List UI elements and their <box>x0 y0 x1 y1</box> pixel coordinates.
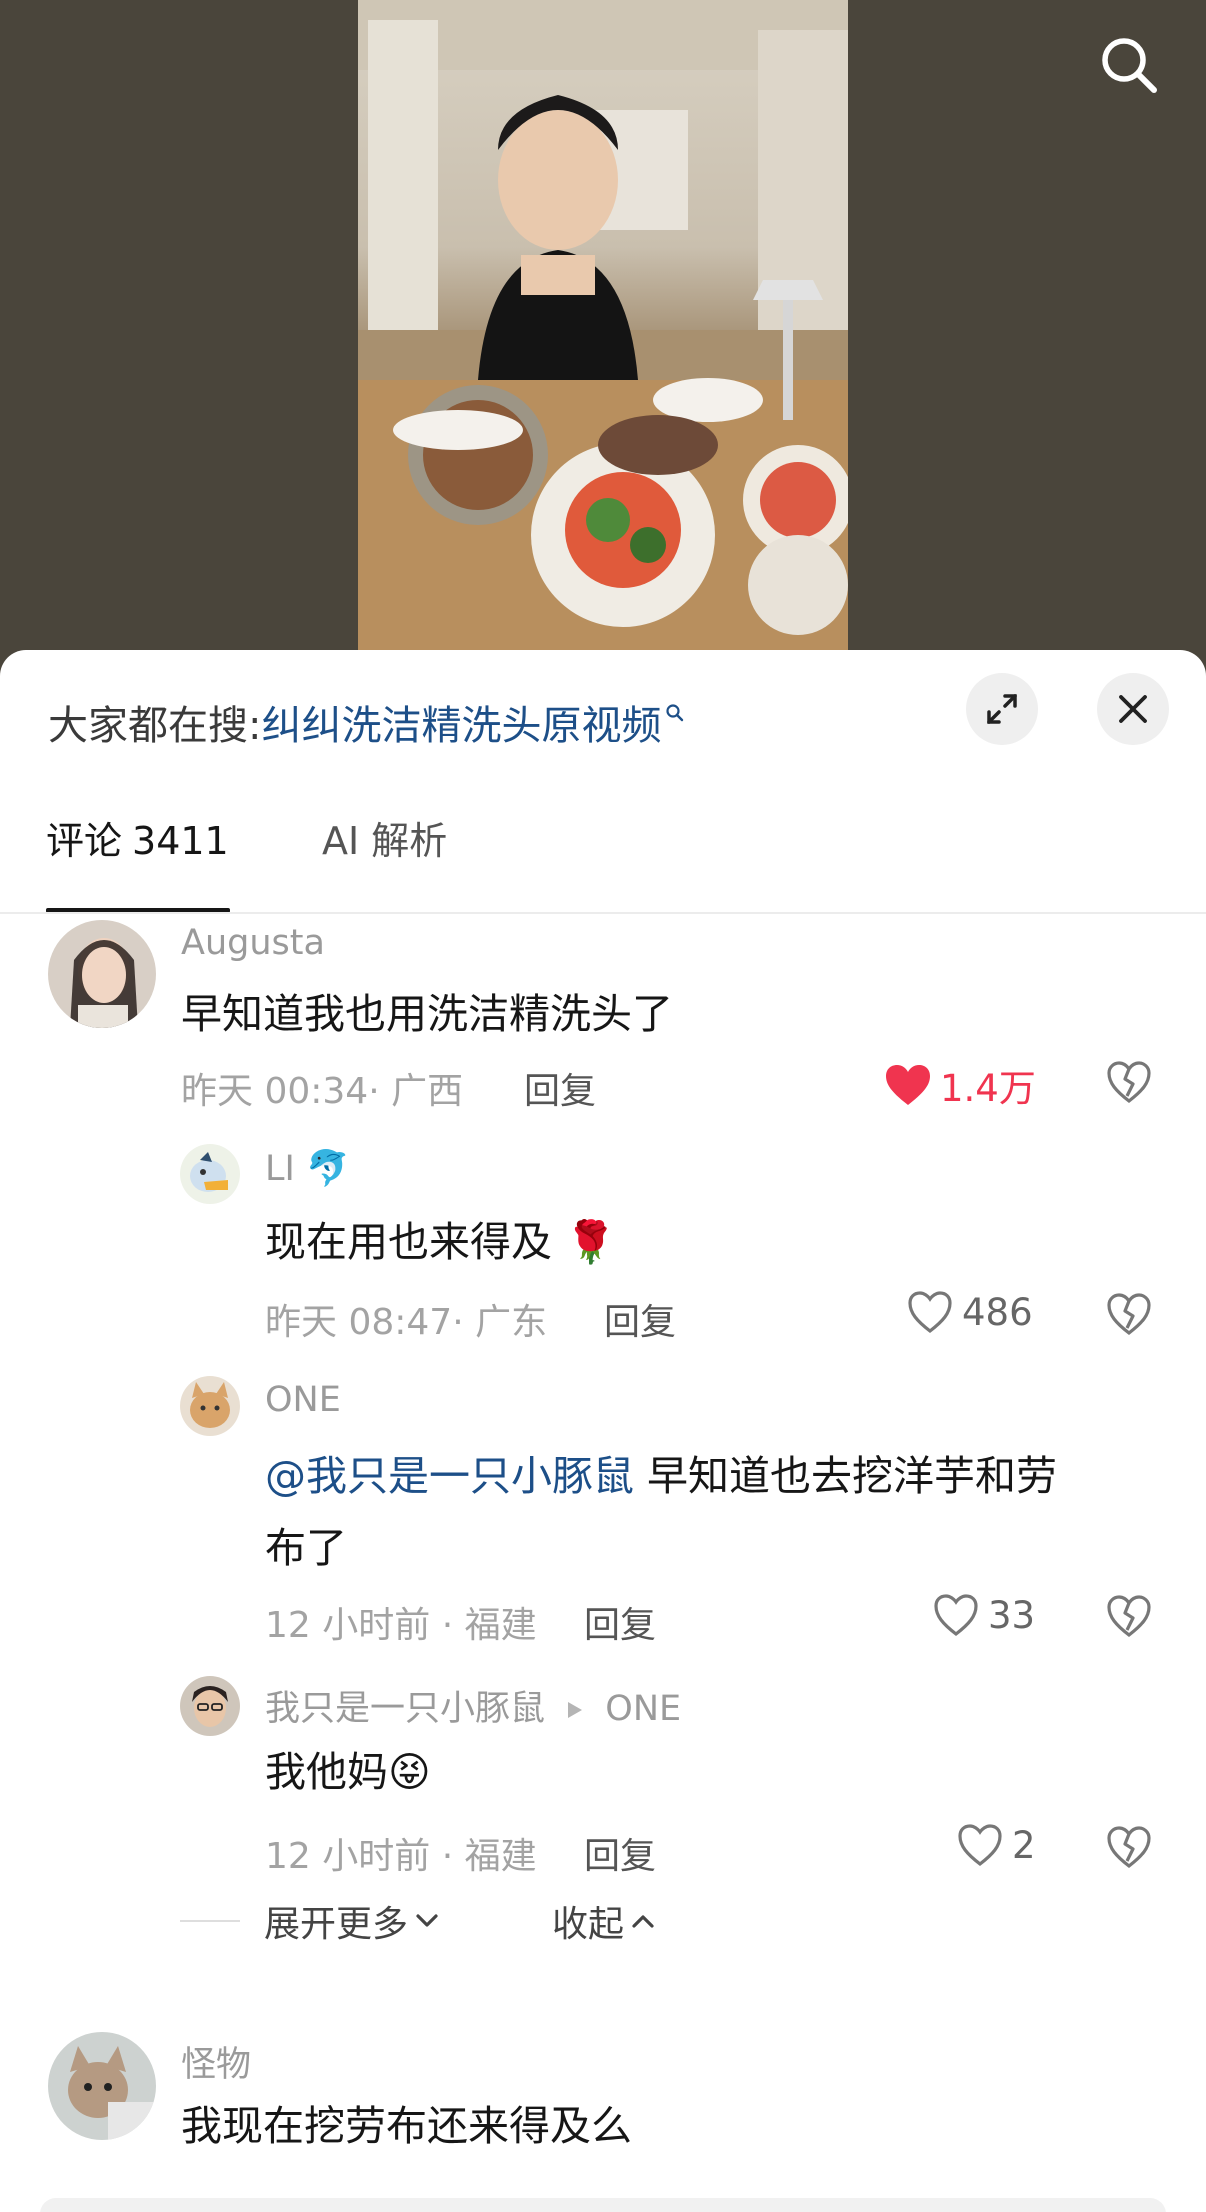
username-text: 我只是一只小豚鼠 <box>265 1689 546 1729</box>
comment-meta: 昨天 08:47· 广东 <box>265 1302 548 1343</box>
tab-comments-label: 评论 <box>46 819 123 863</box>
like-count: 2 <box>1012 1823 1036 1867</box>
comment-time: 12 小时前 <box>265 1836 431 1877</box>
avatar[interactable] <box>48 2032 156 2140</box>
comment-meta: 12 小时前 · 福建 <box>265 1836 537 1877</box>
comment-input-bar[interactable] <box>40 2198 1166 2212</box>
like-button[interactable]: 33 <box>932 1593 1035 1637</box>
expand-icon <box>987 694 1017 724</box>
comment-location: 广西 <box>391 1071 464 1112</box>
comment-username[interactable]: 怪物 <box>181 2036 251 2087</box>
comment-username[interactable]: LI 🐬 <box>265 1148 350 1189</box>
dislike-icon[interactable] <box>1106 1594 1152 1638</box>
dislike-icon[interactable] <box>1106 1825 1152 1869</box>
comment-meta: 昨天 00:34· 广西 <box>181 1071 464 1112</box>
chevron-down-icon <box>416 1914 438 1927</box>
reply-to-user: ONE <box>605 1689 682 1729</box>
comment-count: 3411 <box>132 819 229 863</box>
comment-text-body: 现在用也来得及 <box>265 1218 552 1266</box>
reply-button[interactable]: 回复 <box>524 1062 596 1114</box>
comment-meta: 12 小时前 · 福建 <box>265 1605 537 1646</box>
tongue-emoji: 😝 <box>388 1748 431 1796</box>
comment-sheet: 大家都在搜: 纠纠洗洁精洗头原视频 评论 3411 AI 解析 Augusta … <box>0 650 1206 2212</box>
heart-filled-icon <box>886 1065 930 1105</box>
dislike-icon[interactable] <box>1106 1060 1152 1104</box>
comment-text: 现在用也来得及 🌹 <box>265 1206 616 1278</box>
expand-more-label: 展开更多 <box>264 1904 409 1945</box>
username-text: LI <box>265 1149 295 1189</box>
comment-location: 福建 <box>464 1836 537 1877</box>
comment-text: 我现在挖劳布还来得及么 <box>181 2102 632 2150</box>
like-button[interactable]: 2 <box>956 1823 1036 1867</box>
video-area[interactable] <box>0 0 1206 660</box>
reply-button[interactable]: 回复 <box>584 1827 656 1879</box>
reply-arrow-icon <box>568 1702 583 1718</box>
like-count: 1.4万 <box>940 1067 1036 1110</box>
dislike-icon[interactable] <box>1106 1292 1152 1336</box>
comment-location: 福建 <box>464 1605 537 1646</box>
chevron-up-icon <box>632 1915 654 1928</box>
collapse-label: 收起 <box>552 1904 625 1945</box>
video-frame[interactable] <box>358 0 848 650</box>
like-button[interactable]: 1.4万 <box>884 1058 1036 1112</box>
tab-comments[interactable]: 评论 3411 <box>46 818 229 880</box>
tab-ai-analysis[interactable]: AI 解析 <box>322 818 447 880</box>
comment-location: 广东 <box>475 1302 548 1343</box>
rose-emoji: 🌹 <box>565 1218 617 1266</box>
heart-icon <box>934 1594 978 1637</box>
comment-text: 我他妈😝 <box>265 1736 431 1808</box>
hot-search-prefix: 大家都在搜: <box>48 703 262 749</box>
avatar[interactable] <box>48 920 156 1028</box>
like-count: 33 <box>988 1593 1036 1637</box>
video-thumbnail <box>358 0 848 650</box>
comment-time: 昨天 00:34 <box>181 1071 369 1112</box>
mention-link[interactable]: @我只是一只小豚鼠 <box>265 1452 634 1500</box>
avatar[interactable] <box>180 1376 240 1436</box>
avatar[interactable] <box>180 1144 240 1204</box>
comment-username[interactable]: ONE <box>265 1380 341 1420</box>
comment-text-line2: 布了 <box>265 1524 347 1572</box>
like-button[interactable]: 486 <box>906 1290 1033 1334</box>
reply-button[interactable]: 回复 <box>584 1596 656 1648</box>
tab-bar: 评论 3411 AI 解析 <box>0 818 1206 880</box>
hot-search[interactable]: 大家都在搜: 纠纠洗洁精洗头原视频 <box>48 694 685 750</box>
comment-text-body: 我他妈 <box>265 1748 388 1796</box>
comment-username[interactable]: 我只是一只小豚鼠 ONE <box>265 1680 681 1731</box>
search-icon <box>666 704 684 722</box>
divider <box>0 912 1206 914</box>
close-button[interactable] <box>1097 673 1169 745</box>
avatar[interactable] <box>180 1676 240 1736</box>
hot-search-term[interactable]: 纠纠洗洁精洗头原视频 <box>261 693 661 751</box>
expand-more-button[interactable]: 展开更多 <box>180 1896 440 1946</box>
comment-time: 12 小时前 <box>265 1605 431 1646</box>
like-count: 486 <box>962 1290 1033 1334</box>
heart-icon <box>958 1824 1002 1867</box>
heart-icon <box>908 1291 952 1334</box>
comment-time: 昨天 08:47 <box>265 1302 453 1343</box>
comment-username[interactable]: Augusta <box>181 923 325 963</box>
comment-text: @我只是一只小豚鼠 早知道也去挖洋芋和劳 <box>265 1440 1057 1512</box>
expand-button[interactable] <box>966 673 1038 745</box>
search-icon[interactable] <box>1096 32 1162 98</box>
comment-text: 早知道我也用洗洁精洗头了 <box>181 990 673 1038</box>
divider <box>180 1920 240 1922</box>
dolphin-emoji: 🐬 <box>305 1149 350 1189</box>
comment-text-line1: 早知道也去挖洋芋和劳 <box>647 1452 1058 1500</box>
collapse-button[interactable]: 收起 <box>552 1896 656 1946</box>
reply-button[interactable]: 回复 <box>604 1293 676 1345</box>
close-icon <box>1119 695 1147 723</box>
